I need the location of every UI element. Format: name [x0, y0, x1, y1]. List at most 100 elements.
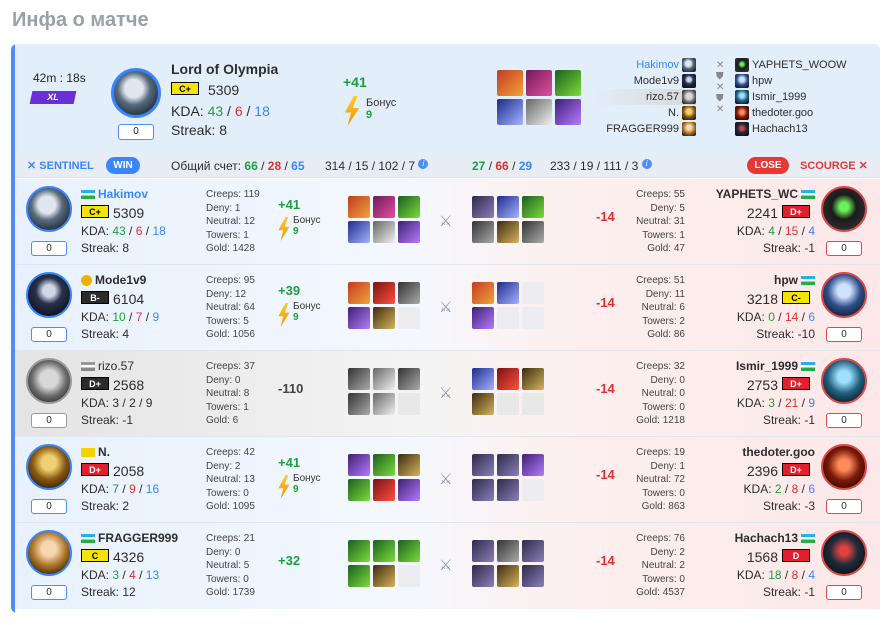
opponent-name[interactable]: hpw [774, 273, 815, 287]
info-icon[interactable]: i [418, 159, 429, 169]
player-link[interactable]: N. [668, 105, 679, 121]
item-slot[interactable] [398, 282, 420, 304]
item-slot[interactable] [373, 307, 395, 329]
item-slot[interactable] [497, 221, 519, 243]
item-slot[interactable] [398, 540, 420, 562]
item-slot[interactable] [348, 196, 370, 218]
item-slot[interactable] [373, 565, 395, 587]
item-slot[interactable] [497, 282, 519, 304]
hero-avatar[interactable] [26, 186, 72, 232]
item-slot[interactable] [373, 221, 395, 243]
item-slot[interactable] [398, 454, 420, 476]
team-score-bar: ✕ SENTINEL WIN Общий счет: 66 / 28 / 65 … [11, 154, 880, 178]
hero-avatar[interactable] [26, 530, 72, 576]
item-slot[interactable] [348, 540, 370, 562]
item-slot[interactable] [497, 368, 519, 390]
item-slot[interactable] [472, 307, 494, 329]
item-slot[interactable] [472, 479, 494, 501]
hero-avatar[interactable] [26, 444, 72, 490]
item-slot[interactable] [373, 540, 395, 562]
opponent-avatar[interactable] [821, 530, 867, 576]
item-slot[interactable] [522, 196, 544, 218]
item-slot[interactable] [522, 221, 544, 243]
item-slot[interactable] [497, 70, 523, 96]
opponent-avatar[interactable] [821, 186, 867, 232]
lightning-bolt-icon [344, 96, 360, 126]
opponent-name[interactable]: thedoter.goo [742, 445, 815, 459]
item-slot[interactable] [472, 393, 494, 415]
opponent-name[interactable]: YAPHETS_WC [716, 187, 815, 201]
item-slot[interactable] [373, 393, 395, 415]
item-slot[interactable] [526, 99, 552, 125]
player-link[interactable]: Mode1v9 [634, 73, 679, 89]
item-slot[interactable] [555, 70, 581, 96]
item-slot[interactable] [472, 196, 494, 218]
item-slot[interactable] [497, 540, 519, 562]
item-slot[interactable] [348, 479, 370, 501]
item-slot[interactable] [373, 368, 395, 390]
player-link[interactable]: FRAGGER999 [606, 121, 679, 137]
item-slot[interactable] [373, 479, 395, 501]
mvp-items [497, 70, 583, 125]
player-link[interactable]: thedoter.goo [752, 105, 813, 121]
item-slot[interactable] [373, 196, 395, 218]
opponent-avatar[interactable] [821, 358, 867, 404]
mvp-streak: Streak: 8 [171, 122, 228, 138]
opponent-avatar[interactable] [821, 444, 867, 490]
item-slot[interactable] [522, 540, 544, 562]
player-name[interactable]: Mode1v9 [81, 273, 146, 287]
item-slot[interactable] [497, 565, 519, 587]
item-slot[interactable] [398, 368, 420, 390]
mvp-name[interactable]: Lord of Olympia [171, 61, 278, 77]
player-name[interactable]: FRAGGER999 [81, 531, 178, 545]
player-name[interactable]: Hakimov [81, 187, 148, 201]
item-slot[interactable] [472, 221, 494, 243]
player-name[interactable]: rizo.57 [81, 359, 134, 373]
player-link[interactable]: Hachach13 [752, 121, 808, 137]
opponent-name[interactable]: Ismir_1999 [736, 359, 815, 373]
player-link[interactable]: YAPHETS_WOOW [752, 57, 847, 73]
item-slot[interactable] [522, 454, 544, 476]
rank-badge: B- [81, 291, 109, 304]
item-slot[interactable] [398, 479, 420, 501]
hero-avatar[interactable] [26, 358, 72, 404]
item-slot[interactable] [472, 454, 494, 476]
item-slot[interactable] [398, 221, 420, 243]
item-slot[interactable] [348, 221, 370, 243]
item-slot[interactable] [472, 565, 494, 587]
player-link[interactable]: rizo.57 [646, 89, 679, 105]
item-slot[interactable] [497, 196, 519, 218]
player-link[interactable]: hpw [752, 73, 772, 89]
player-name[interactable]: N. [81, 445, 110, 459]
item-slot[interactable] [497, 479, 519, 501]
hero-avatar[interactable] [26, 272, 72, 318]
opponent-avatar[interactable] [821, 272, 867, 318]
item-slot[interactable] [348, 282, 370, 304]
opponent-name[interactable]: Hachach13 [735, 531, 815, 545]
player-link[interactable]: Ismir_1999 [752, 89, 806, 105]
item-slot[interactable] [497, 99, 523, 125]
hero-icon [682, 74, 696, 88]
item-slot[interactable] [497, 454, 519, 476]
opponent-delta: -14 [596, 553, 615, 568]
item-slot[interactable] [348, 454, 370, 476]
item-slot[interactable] [348, 307, 370, 329]
page-title: Инфа о матче [12, 9, 149, 31]
item-slot[interactable] [348, 393, 370, 415]
item-slot[interactable] [398, 196, 420, 218]
item-slot[interactable] [373, 282, 395, 304]
info-icon[interactable]: i [641, 159, 652, 169]
item-slot[interactable] [472, 282, 494, 304]
item-slot[interactable] [522, 368, 544, 390]
player-link[interactable]: Hakimov [636, 57, 679, 73]
item-slot[interactable] [373, 454, 395, 476]
item-slot[interactable] [526, 70, 552, 96]
item-slot[interactable] [555, 99, 581, 125]
item-slot[interactable] [472, 368, 494, 390]
item-slot[interactable] [522, 565, 544, 587]
player-streak: Streak: 8 [81, 241, 130, 255]
item-slot[interactable] [472, 540, 494, 562]
item-slot[interactable] [348, 368, 370, 390]
mvp-avatar[interactable] [111, 68, 161, 118]
item-slot[interactable] [348, 565, 370, 587]
